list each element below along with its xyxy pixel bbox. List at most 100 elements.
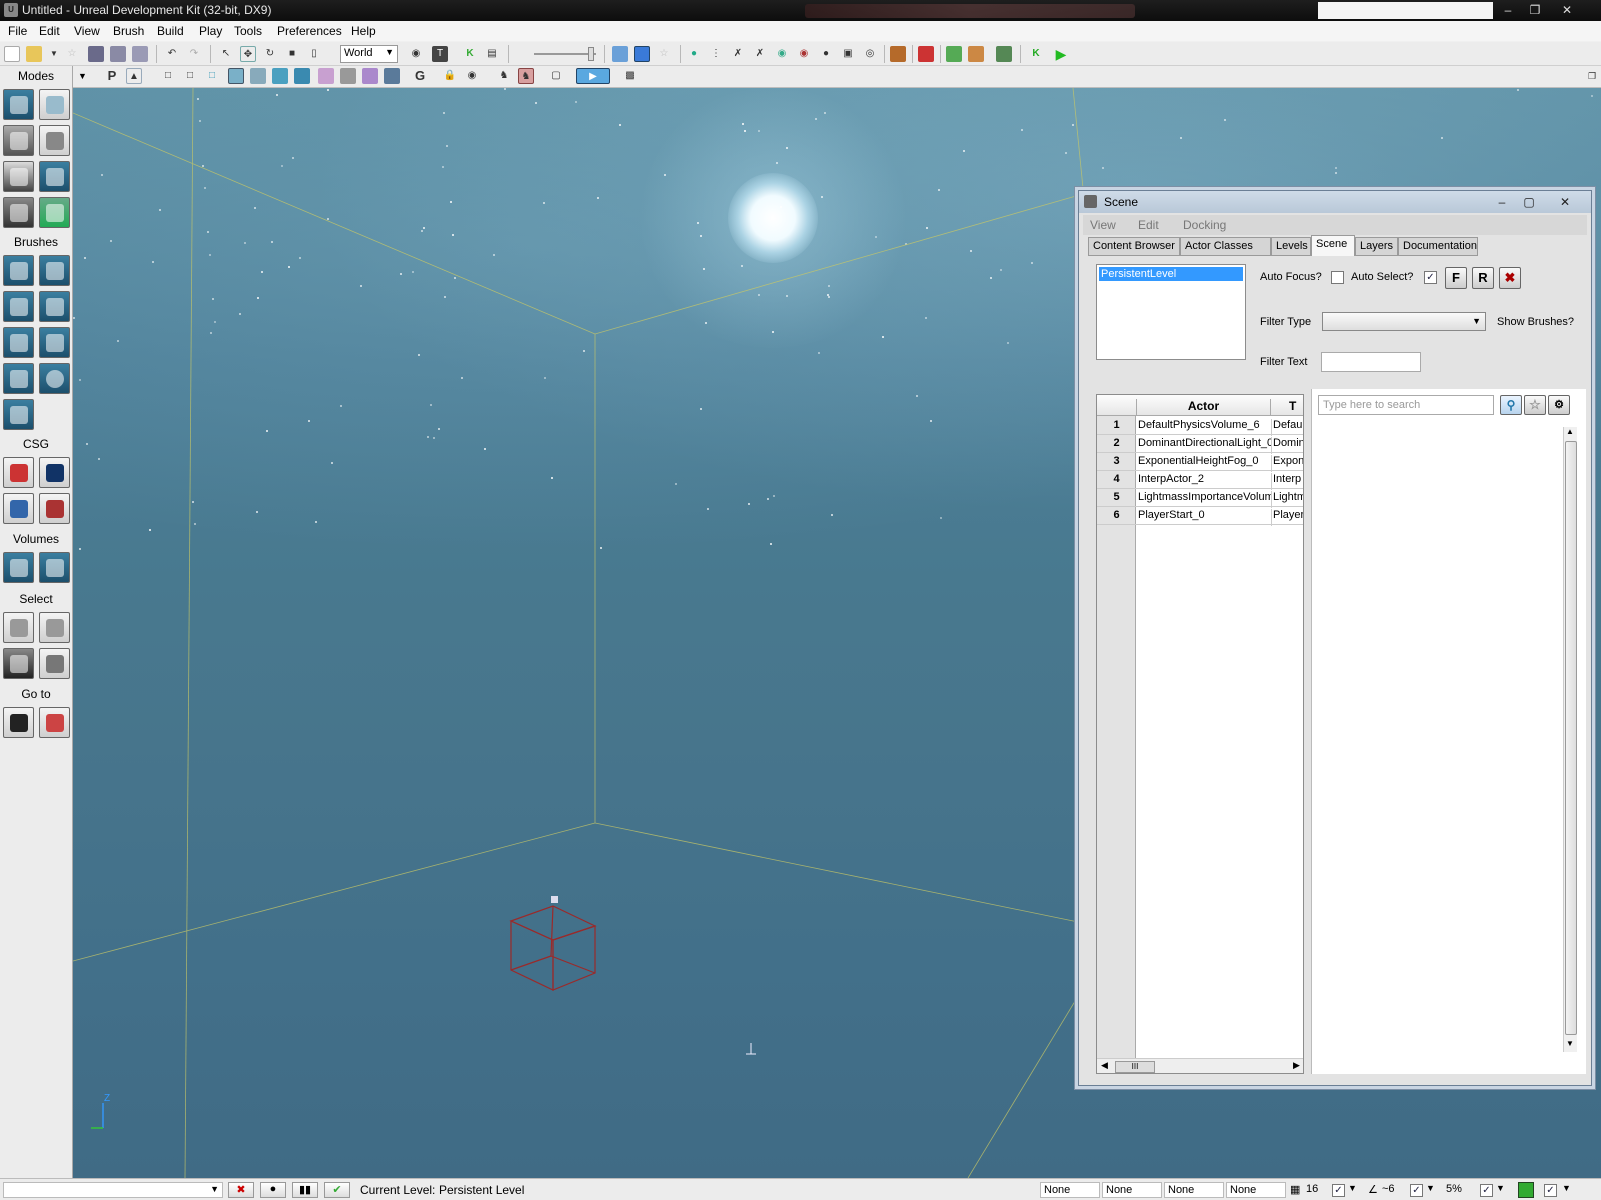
move-mode-button[interactable] xyxy=(39,125,70,156)
open-icon[interactable] xyxy=(26,46,42,62)
sheet-brush-button[interactable] xyxy=(39,327,70,358)
close-button[interactable]: ✕ xyxy=(1555,2,1579,18)
mobile-icon[interactable] xyxy=(968,46,984,62)
menu-preferences[interactable]: Preferences xyxy=(277,24,342,38)
scale-snap-checkbox[interactable]: ✓ xyxy=(1480,1184,1493,1197)
check-icon[interactable]: ✔ xyxy=(324,1182,350,1198)
invert-selection-button[interactable] xyxy=(3,648,34,679)
search-input[interactable]: Type here to search xyxy=(1318,395,1494,415)
cone-brush-button[interactable] xyxy=(39,255,70,286)
light-complexity-icon[interactable] xyxy=(294,68,310,84)
vertical-scrollbar[interactable]: ▲ ▼ xyxy=(1563,427,1577,1052)
cover-icon[interactable]: ◎ xyxy=(862,46,878,62)
new-icon[interactable] xyxy=(4,46,20,62)
redo-icon[interactable]: ↷ xyxy=(186,46,202,62)
game-view-toggle[interactable]: G xyxy=(412,68,428,84)
rotation-snap-checkbox[interactable]: ✓ xyxy=(1410,1184,1423,1197)
csg-subtract-button[interactable] xyxy=(39,457,70,488)
lightmap-density-icon[interactable] xyxy=(362,68,378,84)
auto-select-checkbox[interactable]: ✓ xyxy=(1424,271,1437,284)
table-row[interactable]: 3 ExponentialHeightFog_0 Expon xyxy=(1097,453,1303,472)
geometry-icon[interactable]: ▣ xyxy=(840,46,856,62)
matinee-icon[interactable]: ▤ xyxy=(484,46,500,62)
translate-icon[interactable]: ✥ xyxy=(240,46,256,62)
tab-scene[interactable]: Scene xyxy=(1311,235,1355,256)
refresh-button[interactable]: R xyxy=(1472,267,1494,289)
table-row[interactable]: 6 PlayerStart_0 Player xyxy=(1097,507,1303,526)
scroll-thumb[interactable] xyxy=(1565,441,1577,1035)
lock-icon[interactable]: 🔒 xyxy=(442,68,458,84)
scroll-up-icon[interactable]: ▲ xyxy=(1566,427,1574,436)
scale-icon[interactable]: ■ xyxy=(284,46,300,62)
csg-deintersect-button[interactable] xyxy=(39,493,70,524)
level-item-persistent[interactable]: PersistentLevel xyxy=(1099,267,1243,281)
shader-complexity-icon[interactable] xyxy=(340,68,356,84)
table-row[interactable]: 1 DefaultPhysicsVolume_6 Defaul xyxy=(1097,417,1303,436)
menu-help[interactable]: Help xyxy=(351,24,376,38)
tab-layers[interactable]: Layers xyxy=(1355,237,1398,256)
restore-viewport-icon[interactable]: ❐ xyxy=(1584,68,1600,84)
kismet-start-icon[interactable]: K xyxy=(1028,46,1044,62)
lighting-only-icon[interactable] xyxy=(272,68,288,84)
autosave-icon[interactable] xyxy=(1518,1182,1534,1198)
tab-documentation[interactable]: Documentation xyxy=(1398,237,1478,256)
favorite-star-icon[interactable]: ☆ xyxy=(1524,395,1546,415)
foliage-mode-button[interactable] xyxy=(39,197,70,228)
menu-tools[interactable]: Tools xyxy=(234,24,262,38)
nonuniform-scale-icon[interactable]: ▯ xyxy=(306,46,322,62)
menu-edit[interactable]: Edit xyxy=(39,24,60,38)
save-icon[interactable] xyxy=(88,46,104,62)
chevron-down-icon[interactable]: ▼ xyxy=(1496,1183,1505,1193)
scroll-right-icon[interactable]: ▶ xyxy=(1293,1060,1300,1071)
spiral-stair-brush-button[interactable] xyxy=(3,363,34,394)
sphere-brush-button[interactable] xyxy=(39,363,70,394)
unlit-icon[interactable]: □ xyxy=(204,68,220,84)
bulb-icon[interactable]: ● xyxy=(818,46,834,62)
filter-type-select[interactable]: ▼ xyxy=(1322,312,1486,331)
coordinate-system-select[interactable]: World ▼ xyxy=(340,45,398,63)
frame-icon[interactable]: ▢ xyxy=(548,68,564,84)
autosave-checkbox[interactable]: ✓ xyxy=(1544,1184,1557,1197)
cylinder-brush-button[interactable] xyxy=(39,291,70,322)
save-as-icon[interactable] xyxy=(110,46,126,62)
actor-column-header[interactable]: Actor xyxy=(1136,399,1271,415)
texture-align-mode-button[interactable] xyxy=(3,161,34,192)
perspective-toggle[interactable]: P xyxy=(104,68,120,84)
mesh-paint-mode-button[interactable] xyxy=(39,161,70,192)
menu-file[interactable]: File xyxy=(8,24,27,38)
content-browser-icon[interactable] xyxy=(612,46,628,62)
realtime-icon[interactable]: ▲ xyxy=(126,68,142,84)
scroll-left-icon[interactable]: ◀ xyxy=(1101,1060,1108,1071)
chevron-down-icon[interactable]: ▼ xyxy=(1562,1183,1571,1193)
search-icon[interactable]: ⚲ xyxy=(1500,395,1522,415)
lit-icon[interactable] xyxy=(228,68,244,84)
minimize-button[interactable]: – xyxy=(1496,2,1520,18)
scale-snap-value[interactable]: 5% xyxy=(1446,1183,1462,1195)
geometry-mode-button[interactable] xyxy=(39,89,70,120)
columns-icon[interactable]: ▮▮ xyxy=(292,1182,318,1198)
lighting-icon[interactable]: ● xyxy=(260,1182,286,1198)
menu-build[interactable]: Build xyxy=(157,24,184,38)
auto-focus-checkbox[interactable] xyxy=(1331,271,1344,284)
actor-table[interactable]: Actor T 1 DefaultPhysicsVolume_6 Defaul 2 D… xyxy=(1096,394,1304,1074)
texture-density-icon[interactable] xyxy=(318,68,334,84)
table-row[interactable]: 2 DominantDirectionalLight_0Domina xyxy=(1097,435,1303,454)
kismet-t-icon[interactable]: T xyxy=(432,46,448,62)
brush-wireframe-icon[interactable]: □ xyxy=(182,68,198,84)
tab-content-browser[interactable]: Content Browser xyxy=(1088,237,1180,256)
tab-actor-classes[interactable]: Actor Classes xyxy=(1180,237,1271,256)
csg-intersect-button[interactable] xyxy=(3,493,34,524)
detail-lighting-icon[interactable] xyxy=(250,68,266,84)
scene-title-bar[interactable]: Scene – ▢ ✕ xyxy=(1079,191,1591,213)
maximize-button[interactable]: ❐ xyxy=(1523,2,1547,18)
monitor-icon[interactable] xyxy=(996,46,1012,62)
search-options-icon[interactable]: ⚙ xyxy=(1548,395,1570,415)
modes-dropdown-icon[interactable]: ▼ xyxy=(78,71,87,81)
eye-icon[interactable]: ◉ xyxy=(464,68,480,84)
actor-highlight-icon[interactable]: ♞ xyxy=(518,68,534,84)
csg-add-button[interactable] xyxy=(3,457,34,488)
go-to-actor-button[interactable] xyxy=(3,707,34,738)
open-dropdown-icon[interactable]: ▼ xyxy=(46,46,62,62)
table-row[interactable]: 5 LightmassImportanceVolume Lightm xyxy=(1097,489,1303,508)
grid-snap-checkbox[interactable]: ✓ xyxy=(1332,1184,1345,1197)
